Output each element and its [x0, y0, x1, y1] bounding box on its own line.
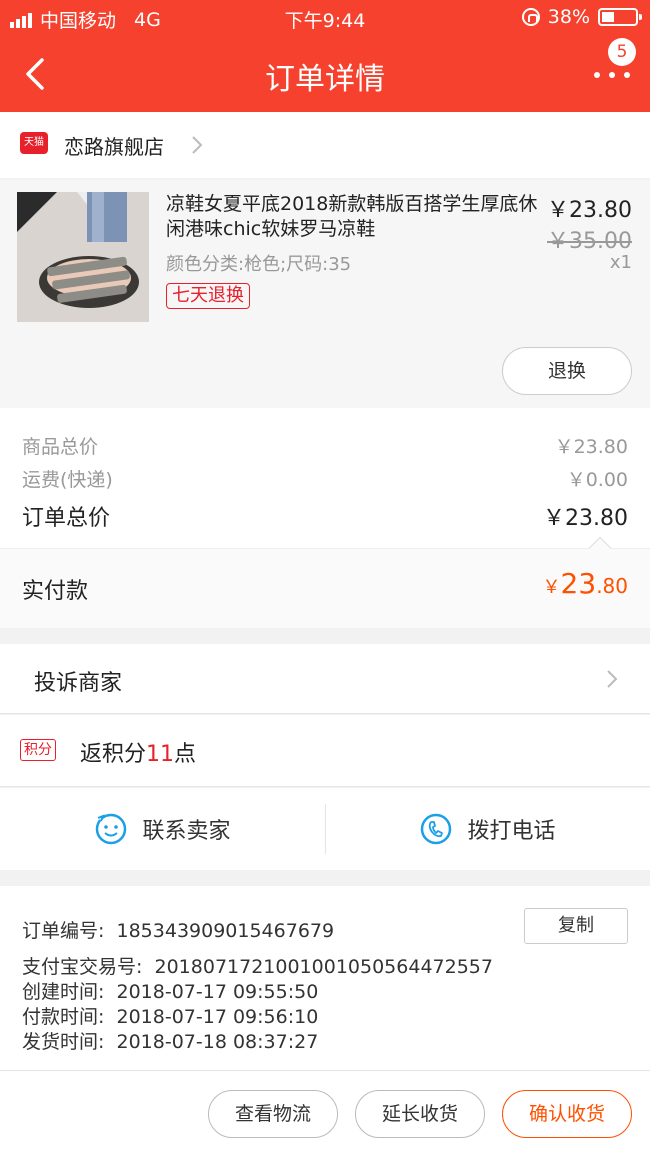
store-row[interactable]: 天猫 恋路旗舰店	[0, 112, 650, 178]
order-number-label: 订单编号:	[22, 920, 105, 942]
paid-integer: 23	[560, 567, 597, 600]
product-image	[17, 192, 149, 322]
shipped-time-row: 发货时间: 2018-07-18 08:37:27	[22, 1027, 318, 1054]
order-info: 订单编号: 185343909015467679 复制 支付宝交易号: 2018…	[0, 886, 650, 1070]
phone-icon	[421, 813, 452, 845]
rotation-lock-icon	[521, 8, 540, 26]
battery-percent: 38%	[547, 6, 590, 28]
contact-seller-label: 联系卖家	[142, 819, 231, 844]
contact-seller-button[interactable]: 联系卖家	[0, 788, 325, 870]
store-name: 恋路旗舰店	[64, 135, 164, 159]
points-prefix: 返积分	[80, 742, 147, 767]
created-time-value: 2018-07-17 09:55:50	[116, 981, 319, 1003]
more-icon[interactable]	[592, 62, 632, 92]
order-total-label: 订单总价	[22, 506, 111, 531]
paid-time-value: 2018-07-17 09:56:10	[116, 1006, 319, 1028]
confirm-receipt-button[interactable]: 确认收货	[502, 1090, 632, 1138]
product-quantity: x1	[609, 252, 632, 273]
status-bar: 中国移动 4G 下午9:44 38%	[0, 0, 650, 36]
return-button[interactable]: 退换	[502, 347, 632, 395]
points-suffix: 点	[174, 742, 197, 767]
alipay-value: 2018071721001001050564472557	[154, 956, 493, 978]
battery-icon	[598, 8, 642, 26]
shipping-value: ￥0.00	[566, 469, 628, 491]
nav-bar: 订单详情 5	[0, 36, 650, 112]
bottom-action-bar: 查看物流 延长收货 确认收货	[0, 1070, 650, 1156]
product-sku: 颜色分类:枪色;尺码:35	[166, 254, 352, 275]
chat-face-icon	[96, 813, 127, 845]
created-time-label: 创建时间:	[22, 981, 105, 1003]
goods-total-row: 商品总价 ￥23.80	[22, 432, 628, 459]
extend-receipt-button[interactable]: 延长收货	[355, 1090, 485, 1138]
paid-time-row: 付款时间: 2018-07-17 09:56:10	[22, 1002, 318, 1029]
paid-time-label: 付款时间:	[22, 1006, 105, 1028]
product-original-price: ￥35.00	[547, 229, 632, 254]
return-policy-tag: 七天退换	[166, 283, 250, 309]
points-row: 积分 返积分11点	[0, 715, 650, 787]
price-summary: 商品总价 ￥23.80 运费(快递) ￥0.00 订单总价 ￥23.80	[0, 408, 650, 548]
chevron-right-icon	[607, 670, 618, 688]
complain-seller-row[interactable]: 投诉商家	[0, 644, 650, 714]
goods-total-label: 商品总价	[22, 436, 99, 458]
paid-amount: ￥23.80	[543, 567, 628, 600]
call-phone-button[interactable]: 拨打电话	[325, 788, 650, 870]
order-total-value: ￥23.80	[543, 506, 628, 531]
order-number-value: 185343909015467679	[116, 920, 335, 942]
alipay-row: 支付宝交易号: 2018071721001001050564472557	[22, 952, 493, 979]
points-value: 11	[146, 742, 175, 767]
copy-button[interactable]: 复制	[524, 908, 628, 944]
paid-label: 实付款	[22, 579, 89, 604]
order-number-row: 订单编号: 185343909015467679	[22, 916, 334, 943]
message-badge: 5	[608, 38, 636, 66]
shipped-time-label: 发货时间:	[22, 1031, 105, 1053]
shipped-time-value: 2018-07-18 08:37:27	[116, 1031, 319, 1053]
created-time-row: 创建时间: 2018-07-17 09:55:50	[22, 977, 318, 1004]
paid-amount-row: 实付款 ￥23.80	[0, 536, 650, 628]
paid-currency: ￥	[542, 577, 561, 598]
points-icon: 积分	[20, 739, 56, 761]
product-card[interactable]: 凉鞋女夏平底2018新款韩版百搭学生厚底休闲港味chic软妹罗马凉鞋 颜色分类:…	[0, 180, 650, 408]
paid-decimal: .80	[596, 574, 628, 598]
call-phone-label: 拨打电话	[467, 819, 556, 844]
product-title: 凉鞋女夏平底2018新款韩版百搭学生厚底休闲港味chic软妹罗马凉鞋	[166, 193, 538, 240]
contact-bar: 联系卖家 拨打电话	[0, 788, 650, 870]
complain-label: 投诉商家	[34, 671, 123, 696]
goods-total-value: ￥23.80	[554, 436, 628, 458]
order-total-row: 订单总价 ￥23.80	[22, 500, 628, 532]
product-price: ￥23.80	[547, 198, 632, 223]
alipay-label: 支付宝交易号:	[22, 956, 143, 978]
shipping-row: 运费(快递) ￥0.00	[22, 465, 628, 492]
view-logistics-button[interactable]: 查看物流	[208, 1090, 338, 1138]
tmall-logo: 天猫	[20, 132, 48, 154]
shipping-label: 运费(快递)	[22, 469, 113, 491]
page-title: 订单详情	[265, 62, 385, 97]
status-right: 38%	[521, 6, 642, 28]
chevron-right-icon	[192, 136, 203, 154]
points-text: 返积分11点	[80, 736, 196, 768]
